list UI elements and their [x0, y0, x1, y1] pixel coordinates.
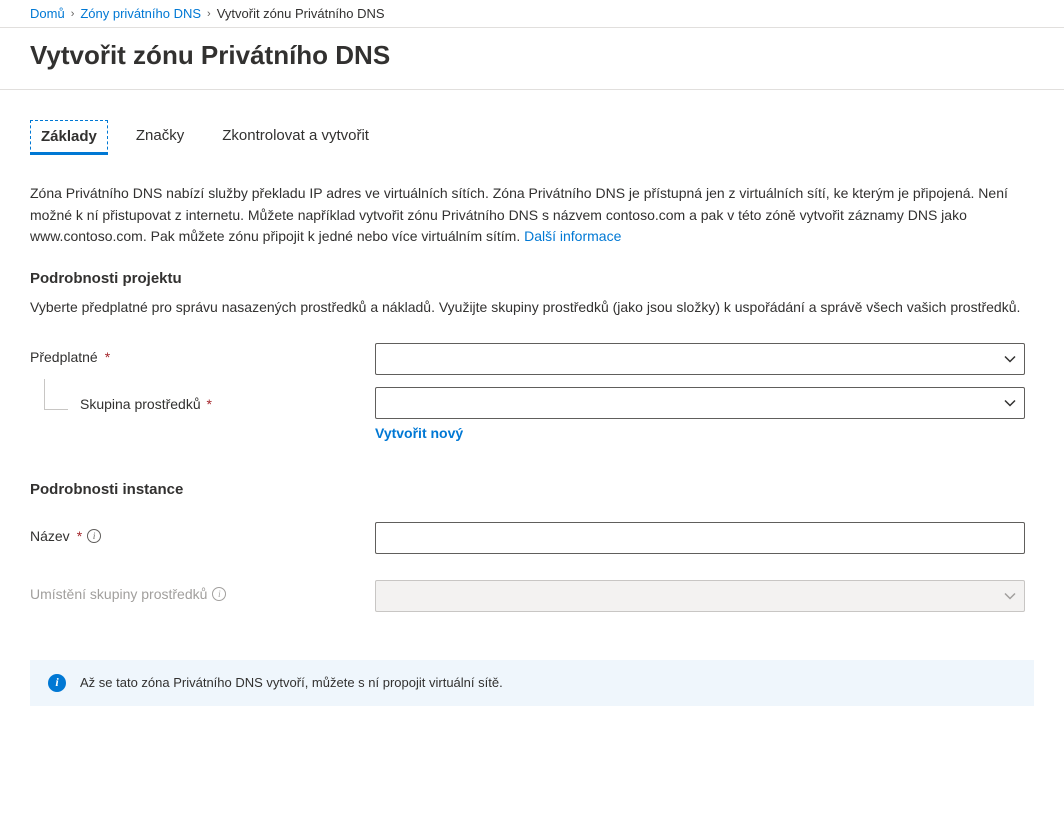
subscription-label: Předplatné: [30, 349, 98, 365]
required-indicator: *: [105, 349, 110, 365]
breadcrumb-home-link[interactable]: Domů: [30, 6, 65, 21]
chevron-down-icon: [1004, 353, 1016, 365]
info-banner-text: Až se tato zóna Privátního DNS vytvoří, …: [80, 675, 503, 690]
project-details-heading: Podrobnosti projektu: [30, 270, 1034, 287]
tree-connector: [30, 393, 80, 423]
tab-review-create[interactable]: Zkontrolovat a vytvořit: [212, 120, 379, 155]
page-title: Vytvořit zónu Privátního DNS: [0, 28, 1064, 90]
project-details-text: Vyberte předplatné pro správu nasazených…: [30, 297, 1034, 319]
required-indicator: *: [203, 396, 212, 412]
breadcrumb: Domů › Zóny privátního DNS › Vytvořit zó…: [0, 0, 1064, 28]
tabs: Základy Značky Zkontrolovat a vytvořit: [30, 120, 1034, 155]
info-icon[interactable]: i: [87, 529, 101, 543]
description-body: Zóna Privátního DNS nabízí služby překla…: [30, 185, 1008, 244]
create-new-resource-group-link[interactable]: Vytvořit nový: [375, 425, 463, 441]
resource-group-location-label: Umístění skupiny prostředků: [30, 586, 207, 602]
name-label: Název: [30, 528, 70, 544]
breadcrumb-zones-link[interactable]: Zóny privátního DNS: [80, 6, 201, 21]
chevron-right-icon: ›: [207, 8, 211, 20]
required-indicator: *: [77, 528, 82, 544]
breadcrumb-current: Vytvořit zónu Privátního DNS: [217, 6, 385, 21]
instance-details-heading: Podrobnosti instance: [30, 481, 1034, 498]
subscription-dropdown[interactable]: [375, 343, 1025, 375]
info-banner: i Až se tato zóna Privátního DNS vytvoří…: [30, 660, 1034, 706]
info-icon[interactable]: i: [212, 587, 226, 601]
tab-tags[interactable]: Značky: [126, 120, 194, 155]
chevron-down-icon: [1004, 590, 1016, 602]
info-icon: i: [48, 674, 66, 692]
resource-group-location-dropdown: [375, 580, 1025, 612]
learn-more-link[interactable]: Další informace: [524, 228, 621, 244]
chevron-right-icon: ›: [71, 8, 75, 20]
chevron-down-icon: [1004, 397, 1016, 409]
description-text: Zóna Privátního DNS nabízí služby překla…: [30, 183, 1034, 248]
tab-basics[interactable]: Základy: [30, 120, 108, 155]
name-input[interactable]: [375, 522, 1025, 554]
resource-group-dropdown[interactable]: [375, 387, 1025, 419]
resource-group-label: Skupina prostředků: [80, 396, 201, 412]
